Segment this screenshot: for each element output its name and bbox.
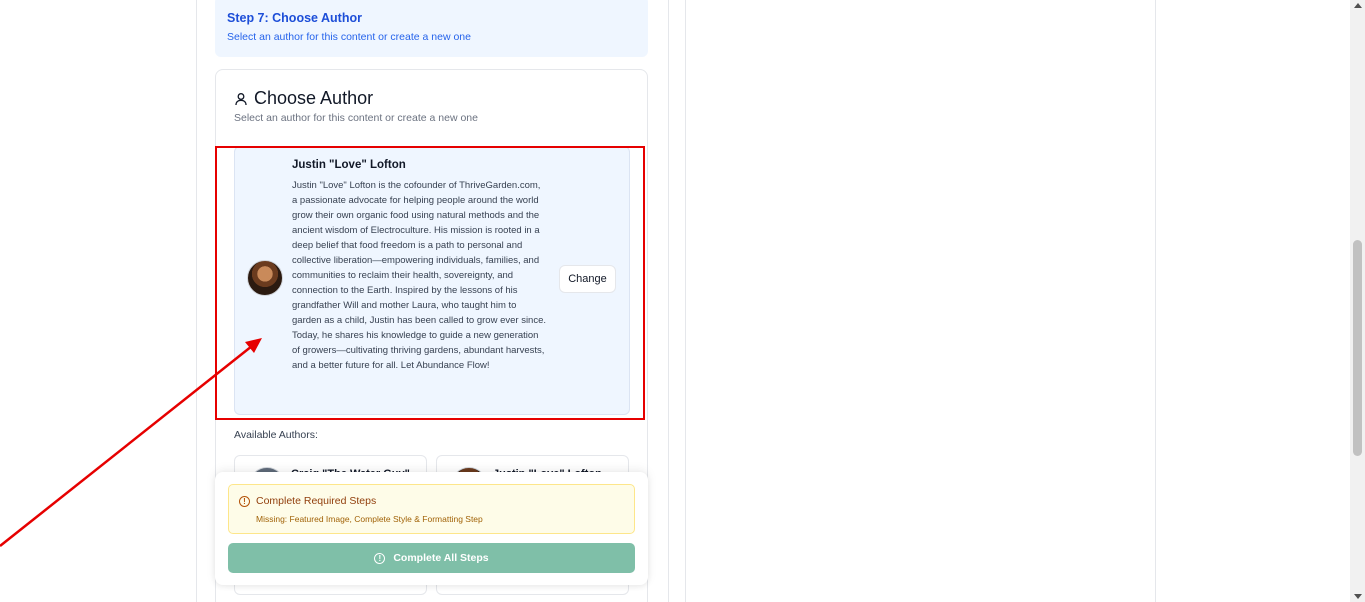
- step-title: Step 7: Choose Author: [227, 11, 362, 25]
- warning-text: Missing: Featured Image, Complete Style …: [256, 514, 483, 524]
- author-bio: Justin "Love" Lofton is the cofounder of…: [292, 180, 547, 371]
- complete-button-label: Complete All Steps: [393, 552, 489, 564]
- scrollbar[interactable]: [1350, 0, 1365, 602]
- author-name: Justin "Love" Lofton: [292, 159, 406, 171]
- scroll-up-arrow-icon[interactable]: [1354, 3, 1362, 8]
- available-authors-label: Available Authors:: [234, 429, 318, 441]
- warning-box: ! Complete Required Steps Missing: Featu…: [228, 484, 635, 534]
- scroll-down-arrow-icon[interactable]: [1354, 594, 1362, 599]
- alert-circle-icon: !: [374, 552, 386, 564]
- avatar: [247, 260, 283, 296]
- warning-title: Complete Required Steps: [256, 495, 377, 507]
- card-title: Choose Author: [254, 88, 374, 108]
- page: Step 7: Choose Author Select an author f…: [0, 0, 1365, 602]
- step-subtitle: Select an author for this content or cre…: [227, 31, 471, 43]
- user-icon: [235, 92, 247, 105]
- card-header: Choose Author: [234, 88, 373, 109]
- alert-circle-icon: !: [239, 496, 250, 507]
- scroll-thumb[interactable]: [1353, 240, 1362, 456]
- completion-footer: ! Complete Required Steps Missing: Featu…: [215, 472, 648, 585]
- change-author-button[interactable]: Change: [559, 265, 616, 293]
- complete-all-steps-button[interactable]: ! Complete All Steps: [228, 543, 635, 573]
- selected-author: Justin "Love" Lofton Justin "Love" Lofto…: [234, 146, 630, 415]
- preview-panel: [685, 0, 1156, 602]
- card-subtitle: Select an author for this content or cre…: [234, 112, 478, 124]
- step-banner: Step 7: Choose Author Select an author f…: [215, 0, 648, 57]
